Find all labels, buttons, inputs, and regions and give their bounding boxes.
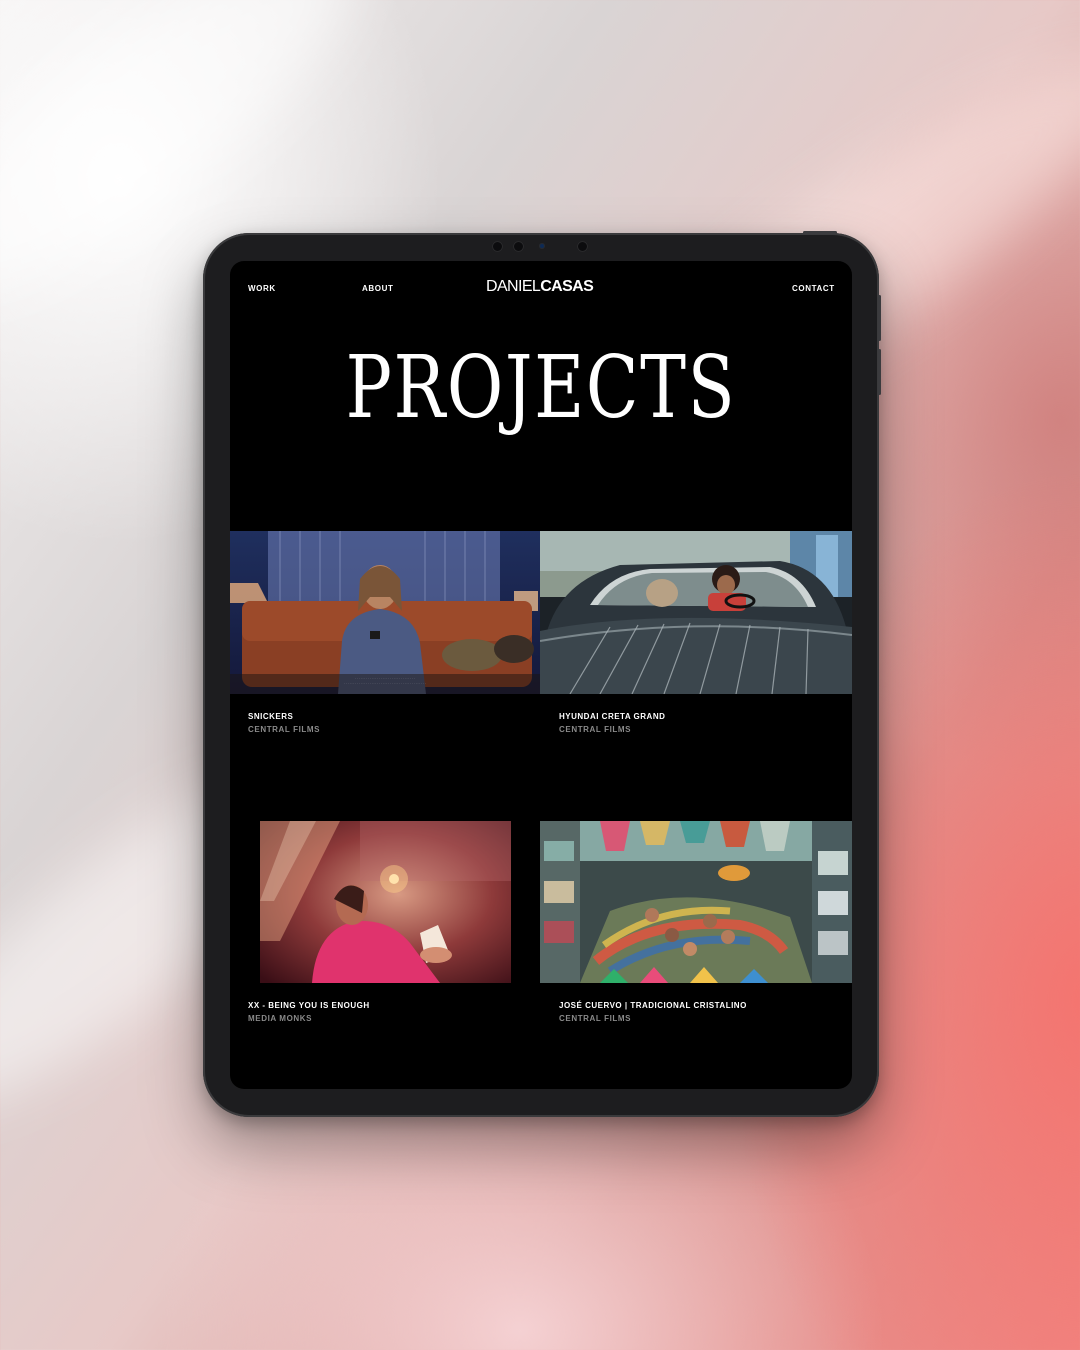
project-thumbnail-hyundai[interactable] <box>540 531 852 694</box>
power-button <box>803 231 837 234</box>
tablet-device: WORK ABOUT DANIELCASAS CONTACT PROJECTS <box>203 231 881 1117</box>
nav-about-link[interactable]: ABOUT <box>362 284 393 293</box>
sensor-icon <box>539 243 545 249</box>
site-logo[interactable]: DANIELCASAS <box>486 278 594 296</box>
project-thumbnail-jose-cuervo[interactable] <box>540 821 852 983</box>
svg-text:· · · · · · · · · · · · · · ·: · · · · · · · · · · · · · · · · · · · · … <box>355 676 415 680</box>
camera-icon <box>492 241 503 252</box>
sensor-icon <box>577 241 588 252</box>
nav-contact-link[interactable]: CONTACT <box>792 284 835 293</box>
nav-work-link[interactable]: WORK <box>248 284 276 293</box>
logo-first-name: DANIEL <box>486 278 541 295</box>
website-screen: WORK ABOUT DANIELCASAS CONTACT PROJECTS <box>230 261 852 1089</box>
page-title: PROJECTS <box>345 338 737 438</box>
volume-button <box>878 295 881 341</box>
volume-button <box>878 349 881 395</box>
camera-icon <box>513 241 524 252</box>
project-title[interactable]: HYUNDAI CRETA GRAND <box>559 712 665 721</box>
project-client: CENTRAL FILMS <box>559 725 632 734</box>
project-client: CENTRAL FILMS <box>248 725 321 734</box>
project-title[interactable]: XX - BEING YOU IS ENOUGH <box>248 1001 370 1010</box>
logo-last-name: CASAS <box>540 278 594 295</box>
project-thumbnail-xx[interactable] <box>260 821 511 983</box>
project-client: MEDIA MONKS <box>248 1014 313 1023</box>
project-client: CENTRAL FILMS <box>559 1014 632 1023</box>
project-thumbnail-snickers[interactable]: · · · · · · · · · · · · · · · · · · · · … <box>230 531 540 694</box>
project-title[interactable]: JOSÉ CUERVO | TRADICIONAL CRISTALINO <box>559 1001 747 1010</box>
svg-text:· · · · · · · · · · · · · · ·: · · · · · · · · · · · · · · · · · · · · … <box>344 681 426 685</box>
project-title[interactable]: SNICKERS <box>248 712 293 721</box>
